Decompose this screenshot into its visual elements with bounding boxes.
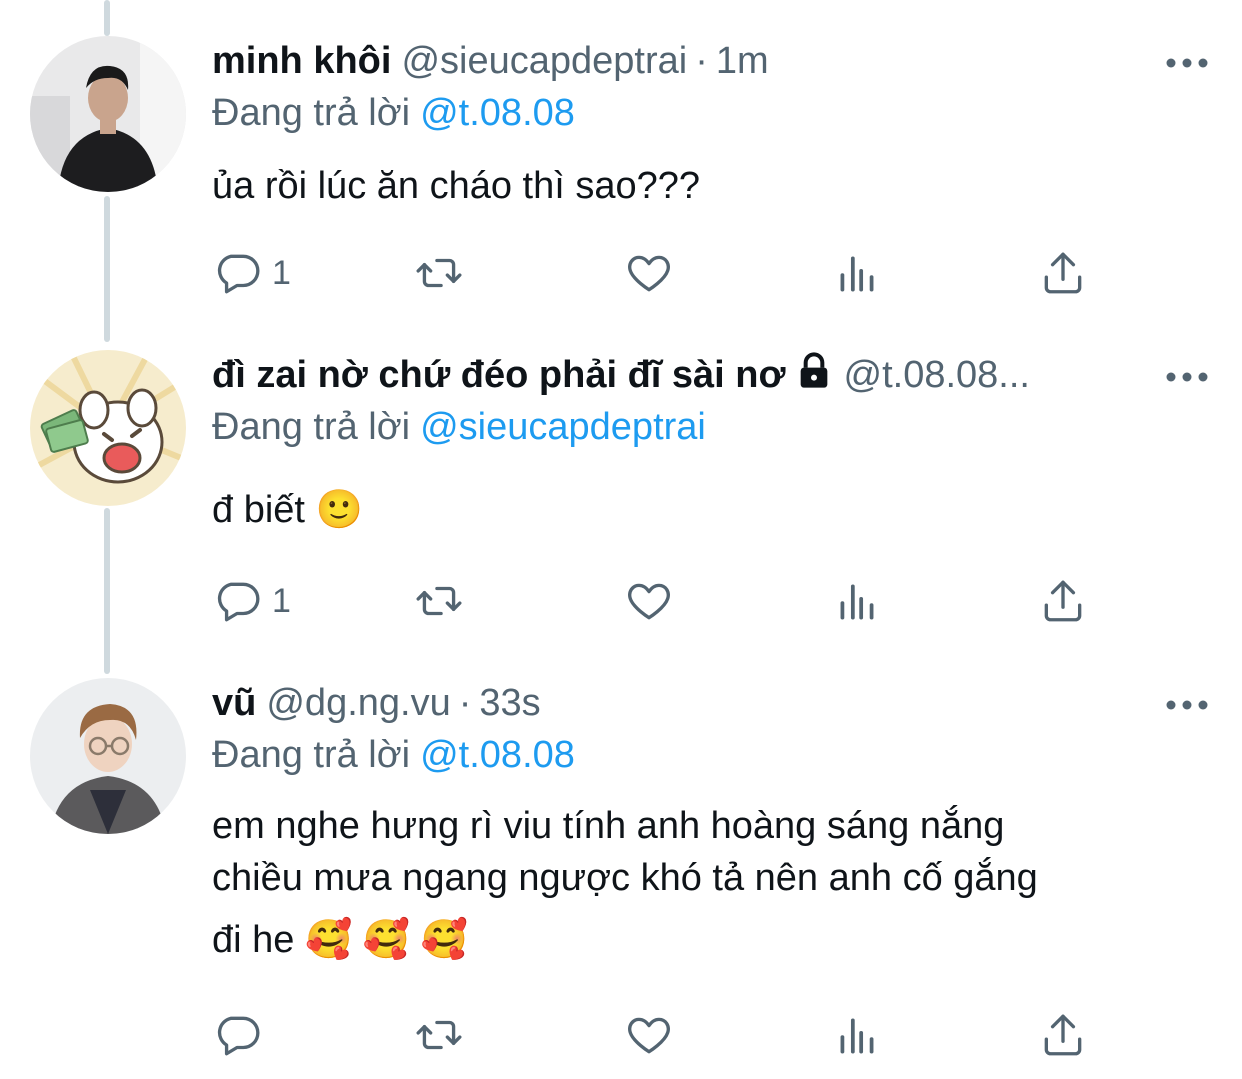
like-button[interactable] xyxy=(624,1008,674,1062)
tweet[interactable]: minh khôi @sieucapdeptrai · 1m Đang trả lời… xyxy=(0,36,1242,336)
avatar[interactable] xyxy=(30,36,186,192)
heart-icon xyxy=(628,1017,670,1054)
replying-to: Đang trả lời @t.08.08 xyxy=(212,730,575,780)
reply-to-mention[interactable]: @t.08.08 xyxy=(420,734,575,776)
like-button[interactable] xyxy=(624,246,674,300)
tweet-header: minh khôi @sieucapdeptrai · 1m xyxy=(212,36,1142,86)
retweet-icon xyxy=(416,586,462,616)
reply-icon xyxy=(217,1016,260,1056)
retweet-button[interactable] xyxy=(414,246,464,300)
analytics-icon xyxy=(840,256,874,292)
retweet-button[interactable] xyxy=(414,1008,464,1062)
reply-to-mention[interactable]: @t.08.08 xyxy=(420,92,575,134)
reply-button[interactable]: 1 xyxy=(212,574,291,628)
thread-connector-line xyxy=(104,0,110,36)
avatar[interactable] xyxy=(30,678,186,834)
display-name[interactable]: đì zai nờ chứ đéo phải đĩ sài nơ xyxy=(212,354,786,396)
reply-to-mention[interactable]: @sieucapdeptrai xyxy=(420,406,706,448)
analytics-icon xyxy=(840,584,874,620)
tweet-actions: 1 xyxy=(212,574,1092,628)
display-name[interactable]: minh khôi xyxy=(212,40,391,82)
analytics-icon xyxy=(840,1018,874,1054)
reply-count: 1 xyxy=(272,581,291,620)
share-button[interactable] xyxy=(1038,246,1088,300)
replying-to: Đang trả lời @sieucapdeptrai xyxy=(212,402,706,452)
views-button[interactable] xyxy=(832,246,882,300)
reply-icon xyxy=(217,582,260,622)
avatar-photo-man-glasses xyxy=(30,678,186,834)
share-icon xyxy=(1044,1014,1082,1056)
avatar-cartoon-dog-money xyxy=(30,350,186,506)
tweet-text-line: em nghe hưng rì viu tính anh hoàng sáng … xyxy=(212,805,1005,847)
retweet-icon xyxy=(416,1020,462,1050)
reply-button[interactable] xyxy=(212,1008,272,1062)
views-button[interactable] xyxy=(832,574,882,628)
tweet-text-line: chiều mưa ngang ngược khó tả nên anh cố … xyxy=(212,857,1038,899)
tweet-text: đ biết 🙂 xyxy=(212,484,1202,536)
replying-to-label: Đang trả lời xyxy=(212,92,411,134)
views-button[interactable] xyxy=(832,1008,882,1062)
tweet[interactable]: vũ @dg.ng.vu · 33s Đang trả lời @t.08.08 em … xyxy=(0,678,1242,1078)
avatar[interactable] xyxy=(30,350,186,506)
tweet-actions xyxy=(212,1008,1092,1062)
share-button[interactable] xyxy=(1038,1008,1088,1062)
username[interactable]: @dg.ng.vu xyxy=(266,682,450,724)
tweet-header: đì zai nờ chứ đéo phải đĩ sài nơ @t.08.08… xyxy=(212,350,1142,400)
timestamp[interactable]: 1m xyxy=(716,40,769,82)
more-options-icon[interactable] xyxy=(1166,700,1208,710)
avatar-photo-man-dark xyxy=(30,36,186,192)
replying-to-label: Đang trả lời xyxy=(212,406,411,448)
retweet-icon xyxy=(416,258,462,288)
retweet-button[interactable] xyxy=(414,574,464,628)
heart-icon xyxy=(628,583,670,620)
tweet-header: vũ @dg.ng.vu · 33s xyxy=(212,678,1142,728)
display-name[interactable]: vũ xyxy=(212,682,256,724)
replying-to: Đang trả lời @t.08.08 xyxy=(212,88,575,138)
tweet-text-line: đ biết 🙂 xyxy=(212,489,363,531)
tweet-text: em nghe hưng rì viu tính anh hoàng sáng … xyxy=(212,800,1202,966)
more-options-icon[interactable] xyxy=(1166,58,1208,68)
tweet-actions: 1 xyxy=(212,246,1092,300)
lock-icon xyxy=(794,351,834,400)
reply-icon xyxy=(217,254,260,294)
reply-count: 1 xyxy=(272,253,291,292)
heart-icon xyxy=(628,255,670,292)
more-options-icon[interactable] xyxy=(1166,372,1208,382)
timestamp[interactable]: 33s xyxy=(479,682,540,724)
reply-button[interactable]: 1 xyxy=(212,246,291,300)
replying-to-label: Đang trả lời xyxy=(212,734,411,776)
tweet-text-line: đi he 🥰 🥰 🥰 xyxy=(212,919,469,961)
tweet-text-line: ủa rồi lúc ăn cháo thì sao??? xyxy=(212,165,701,207)
share-icon xyxy=(1044,252,1082,294)
tweet[interactable]: đì zai nờ chứ đéo phải đĩ sài nơ @t.08.08… xyxy=(0,350,1242,660)
separator: · xyxy=(695,40,708,82)
username[interactable]: @t.08.08... xyxy=(844,354,1030,396)
tweet-text: ủa rồi lúc ăn cháo thì sao??? xyxy=(212,160,1202,212)
share-icon xyxy=(1044,580,1082,622)
username[interactable]: @sieucapdeptrai xyxy=(401,40,687,82)
share-button[interactable] xyxy=(1038,574,1088,628)
like-button[interactable] xyxy=(624,574,674,628)
separator: · xyxy=(458,682,472,724)
